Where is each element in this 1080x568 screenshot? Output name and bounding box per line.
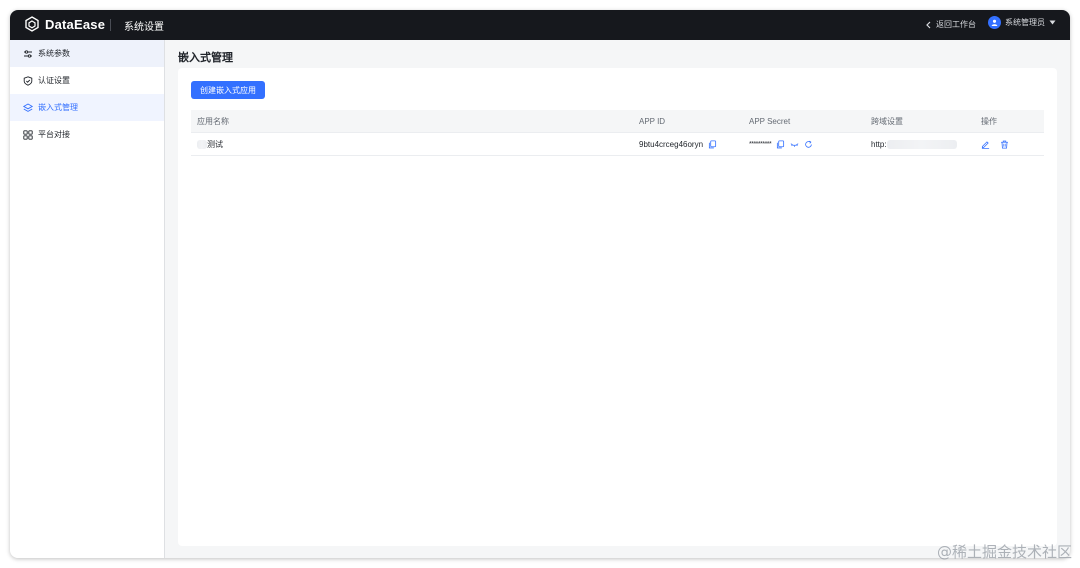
shield-icon [23, 75, 33, 86]
cors-cell: http: [871, 139, 981, 149]
eye-hidden-icon[interactable] [790, 140, 799, 149]
table-header: 应用名称 APP ID APP Secret 跨域设置 操作 [191, 110, 1044, 133]
user-icon [991, 19, 998, 26]
column-header-app-id: APP ID [639, 116, 666, 126]
sidebar-item-auth[interactable]: 认证设置 [10, 67, 164, 94]
actions-cell [981, 140, 1044, 149]
column-header-actions: 操作 [981, 116, 997, 126]
app-name: 测试 [207, 139, 223, 149]
cors-value: http: [871, 139, 887, 149]
sidebar-item-system-params[interactable]: 系统参数 [10, 40, 164, 67]
create-embedded-app-button[interactable]: 创建嵌入式应用 [191, 81, 265, 99]
sidebar-item-platform[interactable]: 平台对接 [10, 121, 164, 148]
column-header-app-secret: APP Secret [749, 116, 791, 126]
app-secret-cell: ********** [749, 139, 871, 149]
back-to-workbench-link[interactable]: 返回工作台 [925, 19, 976, 30]
app-name-cell: 测试 [191, 139, 639, 150]
embedded-apps-table: 应用名称 APP ID APP Secret 跨域设置 操作 测试 9btu4c… [191, 110, 1044, 156]
column-header-app-name: 应用名称 [197, 116, 229, 126]
copy-icon[interactable] [776, 139, 785, 149]
sidebar-item-label: 认证设置 [38, 76, 70, 85]
dataease-logo-icon [25, 16, 39, 32]
top-bar: DataEase 系统设置 返回工作台 系统管理员 [10, 10, 1070, 40]
column-header-cors: 跨域设置 [871, 116, 903, 126]
sidebar: 系统参数 认证设置 嵌入式管理 平台对接 [10, 40, 165, 558]
app-id: 9btu4crceg46oryn [639, 139, 704, 149]
redacted-text [886, 139, 957, 149]
table-row: 测试 9btu4crceg46oryn ********** http: [191, 133, 1044, 156]
sidebar-item-embedded[interactable]: 嵌入式管理 [10, 94, 164, 121]
redacted-text [197, 139, 207, 149]
grid-icon [23, 129, 33, 140]
main-content: 嵌入式管理 创建嵌入式应用 应用名称 APP ID APP Secret 跨域设… [165, 40, 1070, 558]
watermark-text: @稀土掘金技术社区 [936, 543, 1072, 561]
chevron-left-icon [926, 21, 931, 28]
app-id-cell: 9btu4crceg46oryn [639, 140, 749, 149]
page-section-title: 系统设置 [124, 22, 164, 33]
sidebar-item-label: 嵌入式管理 [38, 103, 78, 112]
brand-name: DataEase [45, 16, 106, 32]
app-window: DataEase 系统设置 返回工作台 系统管理员 系统参数 认证设置 嵌入式管… [10, 10, 1070, 558]
header-divider [110, 19, 111, 31]
user-name: 系统管理员 [1005, 18, 1045, 27]
user-menu[interactable]: 系统管理员 [988, 16, 1056, 29]
app-secret: ********** [749, 140, 772, 148]
page-title: 嵌入式管理 [178, 52, 233, 64]
brand-logo[interactable]: DataEase [24, 16, 105, 32]
sidebar-item-label: 系统参数 [38, 49, 70, 58]
embedded-card: 创建嵌入式应用 应用名称 APP ID APP Secret 跨域设置 操作 测… [178, 68, 1057, 546]
delete-icon[interactable] [1000, 140, 1009, 149]
copy-icon[interactable] [708, 139, 717, 149]
sidebar-item-label: 平台对接 [38, 130, 70, 139]
caret-down-icon [1049, 20, 1056, 25]
back-label: 返回工作台 [936, 20, 976, 29]
edit-icon[interactable] [981, 140, 990, 149]
sliders-icon [24, 49, 32, 58]
avatar [988, 16, 1001, 29]
layers-icon [23, 102, 33, 112]
refresh-icon[interactable] [804, 140, 813, 149]
